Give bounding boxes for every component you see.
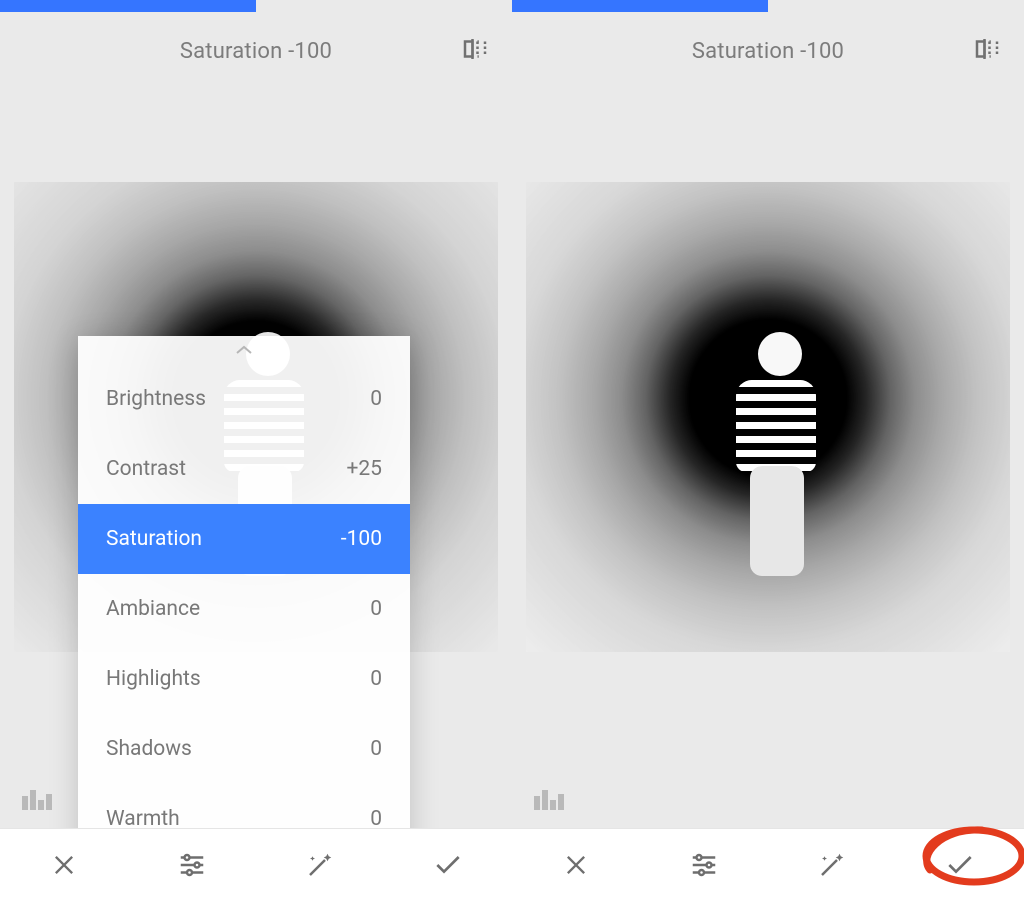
adjust-row-shadows[interactable]: Shadows 0 bbox=[78, 714, 410, 784]
image-canvas[interactable]: Brightness 0 Contrast +25 Saturation -10… bbox=[0, 90, 512, 900]
slider-fill bbox=[0, 0, 256, 12]
row-label: Shadows bbox=[106, 737, 192, 761]
preview-image bbox=[526, 182, 1010, 652]
annotation-circle bbox=[912, 820, 1024, 892]
editor-pane-right: Saturation -100 bbox=[512, 0, 1024, 900]
row-value: -100 bbox=[341, 527, 382, 551]
row-label: Saturation bbox=[106, 527, 202, 551]
editor-pane-left: Saturation -100 Br bbox=[0, 0, 512, 900]
slider-track[interactable] bbox=[512, 0, 1024, 12]
adjust-row-brightness[interactable]: Brightness 0 bbox=[78, 364, 410, 434]
row-label: Brightness bbox=[106, 387, 206, 411]
row-value: 0 bbox=[370, 597, 382, 621]
adjustments-button[interactable] bbox=[160, 841, 224, 889]
auto-enhance-button[interactable] bbox=[800, 841, 864, 889]
adjust-row-contrast[interactable]: Contrast +25 bbox=[78, 434, 410, 504]
adjust-row-saturation[interactable]: Saturation -100 bbox=[78, 504, 410, 574]
row-value: 0 bbox=[370, 737, 382, 761]
adjust-row-ambiance[interactable]: Ambiance 0 bbox=[78, 574, 410, 644]
subject-silhouette bbox=[736, 332, 816, 576]
apply-button[interactable] bbox=[416, 841, 480, 889]
cancel-button[interactable] bbox=[544, 841, 608, 889]
row-label: Highlights bbox=[106, 667, 201, 691]
row-label: Ambiance bbox=[106, 597, 200, 621]
row-value: 0 bbox=[370, 667, 382, 691]
adjustment-panel[interactable]: Brightness 0 Contrast +25 Saturation -10… bbox=[78, 336, 410, 882]
adjustment-readout: Saturation -100 bbox=[692, 39, 844, 64]
bottom-toolbar bbox=[0, 828, 512, 900]
adjustment-readout: Saturation -100 bbox=[180, 39, 332, 64]
adjust-row-highlights[interactable]: Highlights 0 bbox=[78, 644, 410, 714]
cancel-button[interactable] bbox=[32, 841, 96, 889]
slider-fill bbox=[512, 0, 768, 12]
header: Saturation -100 bbox=[512, 12, 1024, 90]
chevron-up-icon[interactable] bbox=[78, 336, 410, 364]
header: Saturation -100 bbox=[0, 12, 512, 90]
adjustments-button[interactable] bbox=[672, 841, 736, 889]
row-value: +25 bbox=[346, 457, 382, 481]
row-value: 0 bbox=[370, 387, 382, 411]
histogram-icon[interactable] bbox=[22, 786, 52, 814]
compare-icon[interactable] bbox=[972, 34, 1002, 68]
auto-enhance-button[interactable] bbox=[288, 841, 352, 889]
compare-icon[interactable] bbox=[460, 34, 490, 68]
slider-track[interactable] bbox=[0, 0, 512, 12]
row-label: Contrast bbox=[106, 457, 186, 481]
image-canvas[interactable] bbox=[512, 90, 1024, 900]
histogram-icon[interactable] bbox=[534, 786, 564, 814]
